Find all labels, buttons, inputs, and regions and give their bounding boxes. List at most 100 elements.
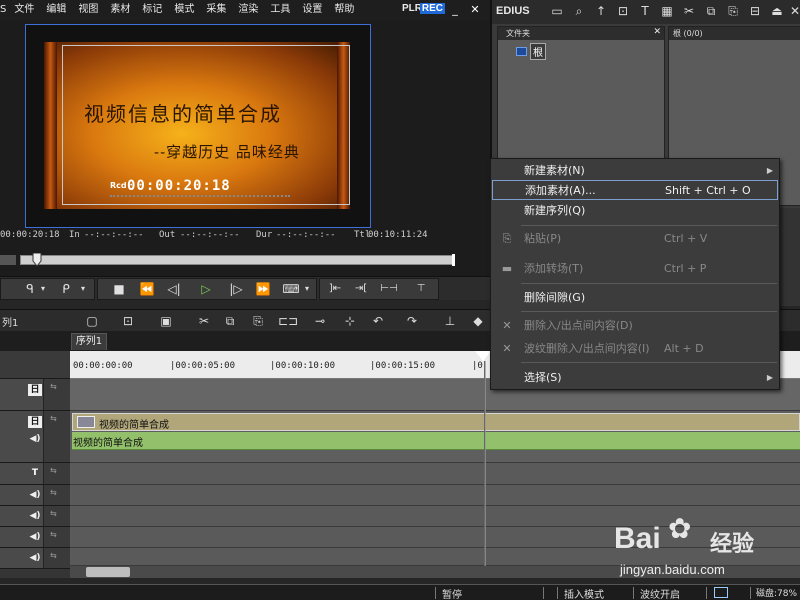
delete-icon[interactable]: ✕ xyxy=(788,4,800,18)
title-icon[interactable]: T xyxy=(638,4,652,18)
fast-forward-icon[interactable]: ⏩ xyxy=(252,280,274,298)
save-icon[interactable]: ▣ xyxy=(158,313,174,329)
menu-item-paste[interactable]: ⎘ 粘贴(P) Ctrl + V xyxy=(491,229,779,249)
speaker-icon[interactable]: ◀) xyxy=(28,531,42,543)
link-icon[interactable]: ⇆ xyxy=(50,466,57,475)
copy-icon[interactable]: ⧉ xyxy=(704,4,718,18)
link-icon[interactable]: ⇆ xyxy=(50,530,57,539)
menu-item-ripple-delete-in-out[interactable]: ✕ 波纹删除入/出点间内容(I) Alt + D xyxy=(491,339,779,359)
properties-icon[interactable]: ⊟ xyxy=(748,4,762,18)
status-insert-mode[interactable]: 插入模式 xyxy=(564,586,604,600)
track-head-v1[interactable]: 日 ⇆ xyxy=(0,379,70,411)
cut-icon[interactable]: ✂ xyxy=(682,4,696,18)
ripple-delete-icon[interactable]: ⊹ xyxy=(342,313,358,329)
replace-icon[interactable]: ⊏⊐ xyxy=(278,313,298,329)
menu-tools[interactable]: 工具 xyxy=(264,0,296,20)
video-track-icon[interactable]: 日 xyxy=(28,416,42,428)
playhead-handle[interactable] xyxy=(475,351,491,361)
loop-icon[interactable]: ⌨ xyxy=(282,280,300,298)
step-back-icon[interactable]: ◁| xyxy=(164,280,184,298)
menu-clip[interactable]: 素材 xyxy=(104,0,136,20)
menu-edit[interactable]: 编辑 xyxy=(40,0,72,20)
audio-clip[interactable]: 视频的简单合成 xyxy=(72,432,800,450)
paste-icon[interactable]: ⎘ xyxy=(250,313,266,329)
redo-icon[interactable]: ↷ xyxy=(404,313,420,329)
menu-settings[interactable]: 设置 xyxy=(296,0,328,20)
speaker-icon[interactable]: ◀) xyxy=(28,489,42,501)
folder-pane-close-icon[interactable]: ✕ xyxy=(653,27,661,37)
track-head-a4[interactable]: ◀) ⇆ xyxy=(0,548,70,569)
play-icon[interactable]: ▷ xyxy=(196,280,216,298)
menu-item-add-clip[interactable]: 添加素材(A)... Shift + Ctrl + O xyxy=(492,180,778,200)
snap-icon[interactable]: ⊥ xyxy=(442,313,458,329)
menu-capture[interactable]: 采集 xyxy=(200,0,232,20)
stop-icon[interactable]: ■ xyxy=(110,280,128,298)
add-clip-icon[interactable]: ⊡ xyxy=(616,4,630,18)
track-head-a1[interactable]: ◀) ⇆ xyxy=(0,485,70,506)
folder-root-item[interactable]: 根 xyxy=(516,43,546,60)
send-icon[interactable]: ⏏ xyxy=(770,4,784,18)
up-folder-icon[interactable]: ↑ xyxy=(594,4,608,18)
search-icon[interactable]: ⌕ xyxy=(572,4,586,18)
insert-icon[interactable]: ⇥[ xyxy=(350,280,372,298)
rewind-icon[interactable]: ⏪ xyxy=(136,280,158,298)
splice-icon[interactable]: ⊢⊣ xyxy=(378,280,400,298)
menu-view[interactable]: 视图 xyxy=(72,0,104,20)
copy-icon[interactable]: ⧉ xyxy=(222,313,238,329)
title-track-icon[interactable]: T xyxy=(28,467,42,479)
overwrite-icon[interactable]: ]⇤ xyxy=(324,280,346,298)
menu-marker[interactable]: 标记 xyxy=(136,0,168,20)
new-sequence-icon[interactable]: ▢ xyxy=(84,313,100,329)
tab-sequence-1[interactable]: 序列1 xyxy=(71,333,107,350)
link-icon[interactable]: ⇆ xyxy=(50,414,57,423)
menu-mode[interactable]: 模式 xyxy=(168,0,200,20)
track-row-t[interactable] xyxy=(70,463,800,485)
export-icon[interactable]: ⊤ xyxy=(410,280,432,298)
track-head-a3[interactable]: ◀) ⇆ xyxy=(0,527,70,548)
close-icon[interactable]: ✕ xyxy=(468,3,482,17)
scrub-handle[interactable] xyxy=(32,253,42,267)
marker-icon[interactable]: ◆ xyxy=(470,313,486,329)
rec-toggle[interactable]: REC xyxy=(419,3,445,14)
cut-icon[interactable]: ✂ xyxy=(196,313,212,329)
menu-item-add-transition[interactable]: ▬ 添加转场(T) Ctrl + P xyxy=(491,259,779,279)
status-ripple[interactable]: 波纹开启 xyxy=(640,586,680,600)
track-row-a1[interactable] xyxy=(70,485,800,506)
mark-out-dropdown-icon[interactable]: ▾ xyxy=(78,280,88,298)
open-project-icon[interactable]: ⊡ xyxy=(120,313,136,329)
menu-item-select[interactable]: 选择(S) ▶ xyxy=(491,368,779,388)
menu-item-new-sequence[interactable]: 新建序列(Q) xyxy=(491,201,779,221)
link-icon[interactable]: ⇆ xyxy=(50,509,57,518)
mark-out-icon[interactable]: ᑭ xyxy=(58,280,74,298)
speaker-icon[interactable]: ◀) xyxy=(28,433,42,445)
menu-item-delete-gaps[interactable]: 删除间隙(G) xyxy=(491,288,779,308)
scrollbar-thumb[interactable] xyxy=(86,567,130,577)
menu-item-new-clip[interactable]: 新建素材(N) ▶ xyxy=(491,161,779,181)
track-head-va[interactable]: 日 ◀) ⇆ xyxy=(0,411,70,463)
delete-icon[interactable]: ⊸ xyxy=(312,313,328,329)
link-icon[interactable]: ⇆ xyxy=(50,382,57,391)
speaker-icon[interactable]: ◀) xyxy=(28,510,42,522)
menu-render[interactable]: 渲染 xyxy=(232,0,264,20)
step-forward-icon[interactable]: |▷ xyxy=(226,280,246,298)
scrub-track[interactable] xyxy=(20,255,455,265)
speaker-icon[interactable]: ◀) xyxy=(28,552,42,564)
menu-file[interactable]: 文件 xyxy=(8,0,40,20)
loop-dropdown-icon[interactable]: ▾ xyxy=(302,280,312,298)
mark-in-dropdown-icon[interactable]: ▾ xyxy=(38,280,48,298)
minimize-icon[interactable]: _ xyxy=(448,3,462,17)
color-bar-icon[interactable]: ▦ xyxy=(660,4,674,18)
track-head-t[interactable]: T ⇆ xyxy=(0,463,70,485)
folder-icon[interactable]: ▭ xyxy=(550,4,564,18)
scrub-bar[interactable] xyxy=(0,253,455,267)
link-icon[interactable]: ⇆ xyxy=(50,488,57,497)
video-clip[interactable]: 视频的简单合成 xyxy=(72,413,800,431)
link-icon[interactable]: ⇆ xyxy=(50,551,57,560)
track-head-a2[interactable]: ◀) ⇆ xyxy=(0,506,70,527)
menu-item-delete-in-out[interactable]: ✕ 删除入/出点间内容(D) xyxy=(491,316,779,336)
video-track-icon[interactable]: 日 xyxy=(28,384,42,396)
menu-help[interactable]: 帮助 xyxy=(328,0,360,20)
mark-in-icon[interactable]: ᑫ xyxy=(22,280,38,298)
undo-icon[interactable]: ↶ xyxy=(370,313,386,329)
paste-icon[interactable]: ⎘ xyxy=(726,4,740,18)
